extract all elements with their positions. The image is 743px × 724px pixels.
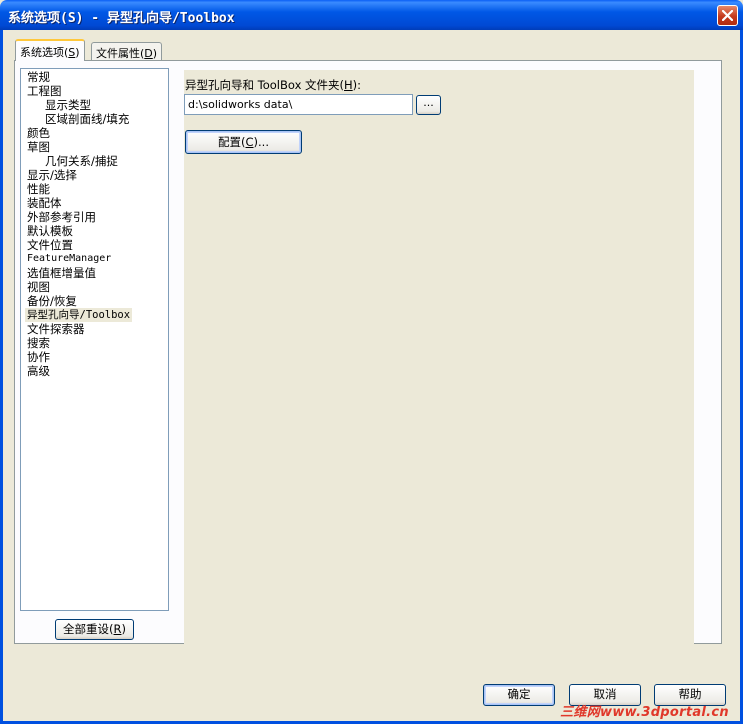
tree-item-drawings[interactable]: 工程图 (27, 84, 62, 98)
window-frame-left (0, 30, 3, 724)
tree-item-display-style[interactable]: 显示类型 (45, 98, 91, 112)
tree-item-area-hatch[interactable]: 区域剖面线/填充 (45, 112, 129, 126)
reset-all-label: 全部重设( (63, 622, 114, 636)
tree-item-backup-recover[interactable]: 备份/恢复 (27, 294, 77, 308)
tab-mnemonic: D (144, 47, 153, 60)
configure-suffix: )... (253, 135, 269, 149)
toolbox-folder-label-suffix: ): (352, 78, 362, 92)
tree-item-display-selection[interactable]: 显示/选择 (27, 168, 77, 182)
reset-all-suffix: ) (121, 622, 127, 636)
tab-label-suffix: ) (75, 46, 80, 59)
tree-item-colors[interactable]: 颜色 (27, 126, 50, 140)
ok-button[interactable]: 确定 (483, 684, 555, 706)
configure-mnemonic: C (245, 135, 254, 149)
reset-all-mnemonic: R (113, 622, 122, 636)
configure-button[interactable]: 配置(C)... (185, 130, 302, 154)
tree-item-assemblies[interactable]: 装配体 (27, 196, 62, 210)
tree-item-featuremanager[interactable]: FeatureManager (27, 252, 111, 266)
tree-item-relations-snaps[interactable]: 几何关系/捕捉 (45, 154, 118, 168)
window-title: 系统选项(S) - 异型孔向导/Toolbox (8, 11, 235, 26)
watermark: 三维网www.3dportal.cn (560, 705, 729, 720)
toolbox-folder-label-text: 异型孔向导和 ToolBox 文件夹( (185, 78, 345, 92)
options-page (184, 70, 694, 647)
tree-item-view[interactable]: 视图 (27, 280, 50, 294)
tree-item-search[interactable]: 搜索 (27, 336, 50, 350)
tab-label-suffix: ) (152, 47, 158, 60)
tree-item-file-explorer[interactable]: 文件探索器 (27, 322, 85, 336)
tree-item-collaboration[interactable]: 协作 (27, 350, 50, 364)
tab-system-options[interactable]: 系统选项(S) (15, 39, 85, 61)
tree-item-file-locations[interactable]: 文件位置 (27, 238, 73, 252)
tab-document-properties[interactable]: 文件属性(D) (91, 42, 163, 61)
tree-item-performance[interactable]: 性能 (27, 182, 50, 196)
close-button[interactable] (717, 5, 738, 26)
tree-item-external-references[interactable]: 外部参考引用 (27, 210, 96, 224)
toolbox-folder-field[interactable]: d:\solidworks data\ (184, 94, 413, 115)
tab-label: 文件属性( (96, 47, 145, 60)
tree-item-advanced[interactable]: 高级 (27, 364, 50, 378)
close-icon (722, 10, 733, 21)
browse-button[interactable]: ... (416, 95, 441, 115)
tree-item-general[interactable]: 常规 (27, 70, 50, 84)
configure-label: 配置( (218, 135, 246, 149)
tree-item-default-templates[interactable]: 默认模板 (27, 224, 73, 238)
tree-item-hole-wizard-toolbox[interactable]: 异型孔向导/Toolbox (25, 308, 133, 322)
toolbox-folder-label: 异型孔向导和 ToolBox 文件夹(H): (185, 77, 361, 93)
tab-label: 系统选项( (20, 46, 69, 59)
options-tree[interactable]: 常规 工程图 显示类型 区域剖面线/填充 颜色 草图 几何关系/捕捉 显示/选择… (20, 68, 169, 611)
reset-all-button[interactable]: 全部重设(R) (55, 619, 134, 640)
tree-item-spin-box-increments[interactable]: 选值框增量值 (27, 266, 96, 280)
tree-item-sketch[interactable]: 草图 (27, 140, 50, 154)
title-bar: 系统选项(S) - 异型孔向导/Toolbox (0, 0, 743, 30)
toolbox-folder-mnemonic: H (344, 78, 353, 92)
